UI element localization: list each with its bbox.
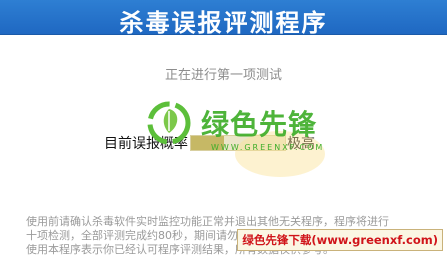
instructions-line-1: 使用前请确认杀毒软件实时监控功能正常并退出其他无关程序，程序将进行 <box>26 215 389 228</box>
false-positive-bar-fill <box>191 136 224 150</box>
test-status-text: 正在进行第一项测试 <box>164 68 282 83</box>
false-positive-label: 目前误报概率 <box>104 136 188 152</box>
site-badge: 绿色先锋下载(www.greenxf.com) <box>237 229 443 251</box>
main-panel: 正在进行第一项测试 目前误报概率 极高 绿色先锋 WWW.GREENXF.COM… <box>0 35 447 256</box>
title-bar: 杀毒误报评测程序 <box>0 0 447 37</box>
window-title: 杀毒误报评测程序 <box>119 9 328 37</box>
false-positive-value: 极高 <box>287 136 315 152</box>
false-positive-bar <box>190 135 286 151</box>
